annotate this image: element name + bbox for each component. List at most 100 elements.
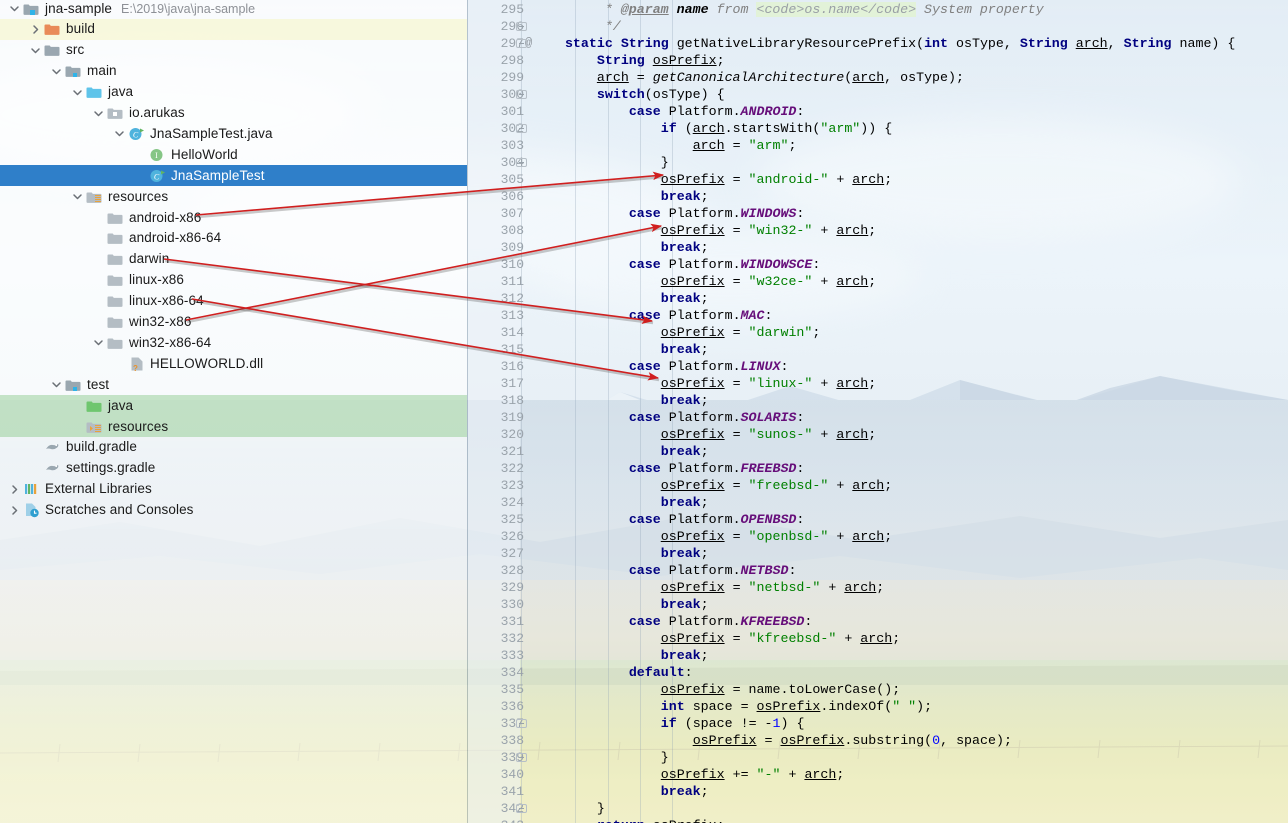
chevron-down-icon[interactable] <box>50 378 63 391</box>
tree-item-android-x86-64[interactable]: android-x86-64 <box>0 228 467 249</box>
tree-item-label: win32-x86 <box>129 314 192 329</box>
code-line: break; <box>660 239 709 255</box>
project-tree-panel[interactable]: jna-sample E:\2019\java\jna-sample build sr… <box>0 0 467 823</box>
tree-item-jnasampletest-java[interactable]: C JnaSampleTest.java <box>0 123 467 144</box>
tree-twisty-placeholder <box>71 399 84 412</box>
chevron-down-icon[interactable] <box>29 44 42 57</box>
chevron-down-icon[interactable] <box>92 336 105 349</box>
fold-toggle-icon[interactable] <box>515 802 528 815</box>
chevron-down-icon[interactable] <box>71 86 84 99</box>
tree-item-resources[interactable]: resources <box>0 186 467 207</box>
tree-item-resources[interactable]: resources <box>0 416 467 437</box>
chevron-right-icon[interactable] <box>8 483 21 496</box>
tree-item-scratches-and-consoles[interactable]: Scratches and Consoles <box>0 500 467 521</box>
tree-item-android-x86[interactable]: android-x86 <box>0 207 467 228</box>
line-number: 343 <box>478 817 524 823</box>
tree-item-label: linux-x86-64 <box>129 293 204 309</box>
tree-item-label: Scratches and Consoles <box>45 502 194 518</box>
fold-toggle-icon[interactable] <box>515 751 528 764</box>
svg-text:C: C <box>154 172 160 181</box>
tree-twisty-placeholder <box>92 253 105 266</box>
tree-item-label: java <box>108 84 134 100</box>
tree-item-build[interactable]: build <box>0 18 467 40</box>
code-line: osPrefix = osPrefix.substring(0, space); <box>692 732 1012 748</box>
code-line: case Platform.WINDOWSCE: <box>628 256 821 272</box>
tree-item-win32-x86[interactable]: win32-x86 <box>0 312 467 333</box>
folder-plain-icon <box>107 272 124 288</box>
tree-item-label: android-x86-64 <box>129 230 222 246</box>
tree-item-linux-x86[interactable]: linux-x86 <box>0 270 467 291</box>
folder-module-icon <box>65 63 82 79</box>
tree-item-settings-gradle[interactable]: settings.gradle <box>0 458 467 479</box>
tree-item-jnasampletest[interactable]: C JnaSampleTest <box>0 165 467 187</box>
folder-icon <box>44 42 61 58</box>
tree-item-label: settings.gradle <box>66 460 156 476</box>
code-editor[interactable]: 295 296 297 @298 299 300 301 302 303 304 305 306 307… <box>468 0 1288 823</box>
svg-text:C: C <box>133 130 139 139</box>
code-line: case Platform.MAC: <box>628 307 773 323</box>
svg-text:I: I <box>155 151 158 160</box>
line-number: 318 <box>500 392 524 408</box>
tree-item-label: resources <box>108 418 169 434</box>
line-number: 315 <box>500 341 524 357</box>
tree-item-darwin[interactable]: darwin <box>0 249 467 270</box>
line-number: 333 <box>500 647 524 663</box>
chevron-down-icon[interactable] <box>71 190 84 203</box>
tree-item-io-arukas[interactable]: io.arukas <box>0 103 467 124</box>
chevron-down-icon[interactable] <box>8 2 21 15</box>
code-line: break; <box>660 545 709 561</box>
tree-item-helloworld[interactable]: I HelloWorld <box>0 144 467 165</box>
chevron-right-icon[interactable] <box>8 504 21 517</box>
fold-toggle-icon[interactable] <box>515 122 528 135</box>
code-line: osPrefix = "netbsd-" + arch; <box>660 579 885 595</box>
line-number: 303 <box>500 137 524 153</box>
fold-toggle-icon[interactable] <box>515 20 528 33</box>
line-number: 321 <box>500 443 524 459</box>
tree-item-label: darwin <box>129 251 170 267</box>
editor-gutter[interactable]: 295 296 297 @298 299 300 301 302 303 304 305 306 307… <box>468 0 533 823</box>
folder-plain-icon <box>107 251 124 267</box>
libraries-icon <box>23 481 40 497</box>
tree-item-helloworld-dll[interactable]: ? HELLOWORLD.dll <box>0 353 467 374</box>
tree-twisty-placeholder <box>92 316 105 329</box>
tree-item-jna-sample[interactable]: jna-sample E:\2019\java\jna-sample <box>0 0 467 19</box>
tree-item-linux-x86-64[interactable]: linux-x86-64 <box>0 291 467 312</box>
chevron-right-icon[interactable] <box>29 23 42 36</box>
tree-item-external-libraries[interactable]: External Libraries <box>0 479 467 500</box>
tree-item-java[interactable]: java <box>0 82 467 103</box>
fold-toggle-icon[interactable] <box>515 156 528 169</box>
code-line: osPrefix = "win32-" + arch; <box>660 222 877 238</box>
code-line: case Platform.NETBSD: <box>628 562 797 578</box>
tree-item-win32-x86-64[interactable]: win32-x86-64 <box>0 332 467 353</box>
tree-item-src[interactable]: src <box>0 40 467 61</box>
chevron-down-icon[interactable] <box>113 127 126 140</box>
code-line: osPrefix += "-" + arch; <box>660 766 845 782</box>
project-tree-list[interactable]: jna-sample E:\2019\java\jna-sample build sr… <box>0 0 467 823</box>
fold-toggle-icon[interactable] <box>515 88 528 101</box>
code-line: switch(osType) { <box>596 86 725 102</box>
chevron-down-icon[interactable] <box>50 65 63 78</box>
code-text-area[interactable]: * @param name from <code>os.name</code> … <box>533 0 1288 823</box>
tree-item-java[interactable]: java <box>0 395 467 417</box>
chevron-down-icon[interactable] <box>92 107 105 120</box>
tree-item-label: main <box>87 63 117 79</box>
fold-toggle-icon[interactable] <box>515 717 528 730</box>
code-line: break; <box>660 783 709 799</box>
code-line: break; <box>660 494 709 510</box>
java-class-icon: C <box>128 126 145 142</box>
tree-item-build-gradle[interactable]: build.gradle <box>0 437 467 458</box>
tree-item-test[interactable]: test <box>0 374 467 395</box>
code-line: break; <box>660 443 709 459</box>
tree-item-main[interactable]: main <box>0 61 467 82</box>
tree-twisty-placeholder <box>134 148 147 161</box>
tree-item-label: build.gradle <box>66 439 138 455</box>
fold-toggle-icon[interactable] <box>515 37 528 50</box>
line-number: 316 <box>500 358 524 374</box>
code-line: arch = getCanonicalArchitecture(arch, os… <box>596 69 964 85</box>
folder-plain-icon <box>107 210 124 226</box>
code-line: if (arch.startsWith("arm")) { <box>660 120 893 136</box>
pane-divider[interactable] <box>467 0 468 823</box>
code-line: break; <box>660 290 709 306</box>
code-line: osPrefix = "sunos-" + arch; <box>660 426 877 442</box>
gradle-icon <box>44 460 61 476</box>
